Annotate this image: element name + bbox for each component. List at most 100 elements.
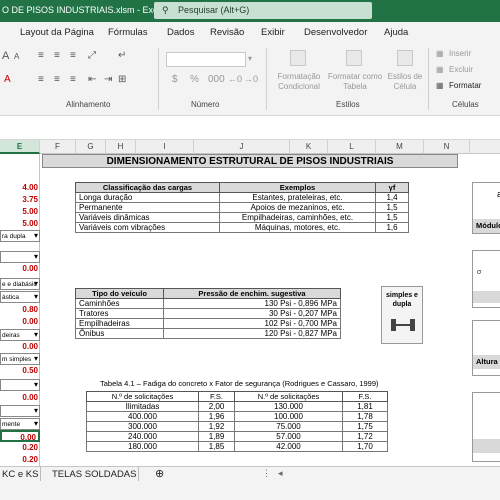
- font-color-icon[interactable]: A: [4, 74, 11, 85]
- orientation-icon[interactable]: ⤢: [88, 50, 96, 61]
- cell[interactable]: 1,75: [342, 421, 388, 432]
- align-bottom-icon[interactable]: ≡: [70, 50, 76, 61]
- cell[interactable]: Tratores: [75, 308, 164, 319]
- font-size-up-icon[interactable]: A: [2, 50, 9, 62]
- cell[interactable]: 400.000: [86, 411, 199, 422]
- cell[interactable]: 42.000: [234, 441, 343, 452]
- cell[interactable]: Empilhadeiras: [75, 318, 164, 329]
- delete-button[interactable]: Excluir: [449, 65, 473, 74]
- formula-bar[interactable]: [0, 116, 500, 140]
- align-left-icon[interactable]: ≡: [38, 74, 44, 85]
- cell[interactable]: 1,81: [342, 401, 388, 412]
- cell-dropdown[interactable]: [0, 379, 40, 391]
- tab-layout[interactable]: Layout da Página: [20, 27, 94, 38]
- tab-dados[interactable]: Dados: [167, 27, 194, 38]
- column-header-n[interactable]: N: [424, 140, 470, 154]
- font-size-down-icon[interactable]: A: [14, 52, 19, 61]
- cell[interactable]: 102 Psi - 0,700 MPa: [163, 318, 341, 329]
- wrap-text-icon[interactable]: ↵: [118, 50, 126, 61]
- scroll-left-icon[interactable]: ◂: [278, 468, 283, 479]
- cell[interactable]: 240.000: [86, 431, 199, 442]
- cell-dropdown[interactable]: ástica: [0, 291, 40, 303]
- column-header-i[interactable]: I: [136, 140, 194, 154]
- cell[interactable]: 1,4: [375, 192, 409, 203]
- column-header-m[interactable]: M: [376, 140, 424, 154]
- percent-icon[interactable]: %: [190, 74, 199, 85]
- align-middle-icon[interactable]: ≡: [54, 50, 60, 61]
- tab-formulas[interactable]: Fórmulas: [108, 27, 148, 38]
- cell-dropdown[interactable]: deiras: [0, 329, 40, 341]
- cell[interactable]: 120 Psi - 0,827 MPa: [163, 328, 341, 339]
- cell-dropdown[interactable]: [0, 251, 40, 263]
- cell[interactable]: Longa duração: [75, 192, 220, 203]
- cell[interactable]: 130 Psi - 0,896 MPa: [163, 298, 341, 309]
- cell[interactable]: 0.80: [0, 304, 40, 316]
- tab-exibir[interactable]: Exibir: [261, 27, 285, 38]
- cell[interactable]: Caminhões: [75, 298, 164, 309]
- conditional-format-button[interactable]: Formatação Condicional: [274, 72, 324, 92]
- number-format-dropdown[interactable]: [166, 52, 246, 67]
- cell-dropdown[interactable]: m simples: [0, 353, 40, 365]
- column-header-f[interactable]: F: [40, 140, 76, 154]
- currency-icon[interactable]: $: [172, 74, 178, 85]
- cell[interactable]: 1,92: [198, 421, 235, 432]
- cell[interactable]: Variáveis com vibrações: [75, 222, 220, 233]
- tab-desenvolvedor[interactable]: Desenvolvedor: [304, 27, 367, 38]
- cell[interactable]: 0.00: [0, 263, 40, 275]
- outdent-icon[interactable]: ⇥: [104, 74, 112, 85]
- cell[interactable]: 1,89: [198, 431, 235, 442]
- tab-revisao[interactable]: Revisão: [210, 27, 244, 38]
- cell[interactable]: 300.000: [86, 421, 199, 432]
- column-header-j[interactable]: J: [194, 140, 290, 154]
- cell[interactable]: 1,5: [375, 212, 409, 223]
- cell-styles-button[interactable]: Estilos de Célula: [385, 72, 425, 92]
- thousands-icon[interactable]: 000: [208, 74, 225, 85]
- cell[interactable]: 100.000: [234, 411, 343, 422]
- cell[interactable]: Variáveis dinâmicas: [75, 212, 220, 223]
- cell[interactable]: 0.00: [0, 341, 40, 353]
- increase-decimal-icon[interactable]: ←0: [228, 74, 242, 84]
- cell-dropdown[interactable]: ra dupla: [0, 230, 40, 242]
- column-header-k[interactable]: K: [290, 140, 328, 154]
- cell[interactable]: 0.20: [0, 442, 40, 454]
- cell[interactable]: 1,96: [198, 411, 235, 422]
- merge-icon[interactable]: ⊞: [118, 74, 126, 85]
- align-right-icon[interactable]: ≡: [70, 74, 76, 85]
- sheet-grid[interactable]: 4.00 3.75 5.00 5.00 ra dupla 0.00 e e di…: [0, 154, 500, 466]
- align-center-icon[interactable]: ≡: [54, 74, 60, 85]
- cell[interactable]: Permanente: [75, 202, 220, 213]
- column-header-g[interactable]: G: [76, 140, 106, 154]
- cell[interactable]: 30 Psi - 0,207 MPa: [163, 308, 341, 319]
- more-options-icon[interactable]: ⋮: [262, 468, 271, 479]
- format-button[interactable]: Formatar: [449, 81, 481, 90]
- sheet-tab-telas-soldadas[interactable]: TELAS SOLDADAS: [52, 469, 136, 480]
- cell[interactable]: Máquinas, motores, etc.: [219, 222, 376, 233]
- cell[interactable]: 4.00: [0, 182, 40, 194]
- cell[interactable]: Apoios de mezaninos, etc.: [219, 202, 376, 213]
- column-header-e[interactable]: E: [0, 140, 40, 154]
- search-box[interactable]: ⚲ Pesquisar (Alt+G): [154, 2, 372, 19]
- decrease-decimal-icon[interactable]: →0: [244, 74, 258, 84]
- column-header-h[interactable]: H: [106, 140, 136, 154]
- cell-dropdown[interactable]: [0, 405, 40, 417]
- tab-ajuda[interactable]: Ajuda: [384, 27, 408, 38]
- add-sheet-icon[interactable]: ⊕: [155, 467, 164, 480]
- insert-button[interactable]: Inserir: [449, 49, 471, 58]
- cell-dropdown[interactable]: e e diabásic: [0, 278, 40, 290]
- cell[interactable]: 130.000: [234, 401, 343, 412]
- format-as-table-button[interactable]: Formatar como Tabela: [327, 72, 383, 92]
- align-top-icon[interactable]: ≡: [38, 50, 44, 61]
- cell[interactable]: 0.00: [0, 392, 40, 404]
- cell[interactable]: 5.00: [0, 218, 40, 230]
- sheet-tab-kc-ks[interactable]: KC e KS: [2, 469, 38, 480]
- cell[interactable]: Ônibus: [75, 328, 164, 339]
- cell[interactable]: 1,6: [375, 222, 409, 233]
- cell[interactable]: 5.00: [0, 206, 40, 218]
- cell[interactable]: 0.50: [0, 365, 40, 377]
- cell[interactable]: 75.000: [234, 421, 343, 432]
- cell[interactable]: 1,5: [375, 202, 409, 213]
- cell[interactable]: 180.000: [86, 441, 199, 452]
- cell[interactable]: Empilhadeiras, caminhões, etc.: [219, 212, 376, 223]
- cell[interactable]: 2,00: [198, 401, 235, 412]
- cell[interactable]: Ilimitadas: [86, 401, 199, 412]
